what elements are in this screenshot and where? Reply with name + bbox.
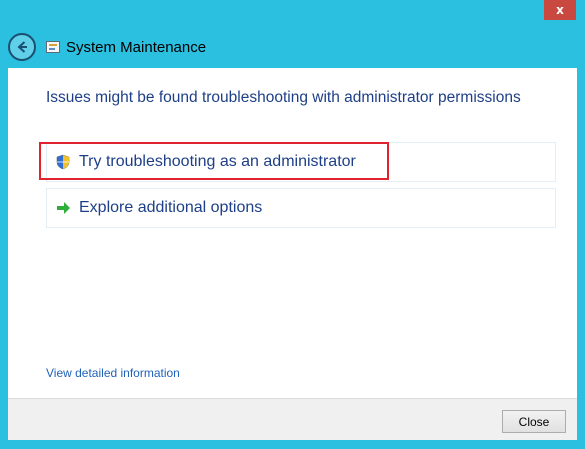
back-button[interactable] — [8, 33, 36, 61]
window-footer: Close — [8, 398, 577, 440]
troubleshooter-window: x System Maintenance Issues might be fou… — [0, 0, 585, 449]
system-maintenance-icon — [46, 41, 60, 53]
content-panel: Issues might be found troubleshooting wi… — [8, 68, 577, 398]
close-icon: x — [556, 3, 564, 17]
back-arrow-icon — [17, 41, 27, 53]
highlight-box — [39, 142, 389, 180]
option-label: Explore additional options — [79, 199, 263, 216]
view-detailed-information-link[interactable]: View detailed information — [46, 366, 180, 380]
close-button[interactable]: Close — [502, 410, 566, 433]
window-close-button[interactable]: x — [544, 0, 576, 20]
page-heading: Issues might be found troubleshooting wi… — [46, 89, 521, 106]
option-explore-additional[interactable]: Explore additional options — [46, 188, 556, 228]
window-header: System Maintenance — [8, 28, 577, 66]
window-title: System Maintenance — [66, 38, 207, 56]
green-arrow-icon — [57, 202, 70, 214]
